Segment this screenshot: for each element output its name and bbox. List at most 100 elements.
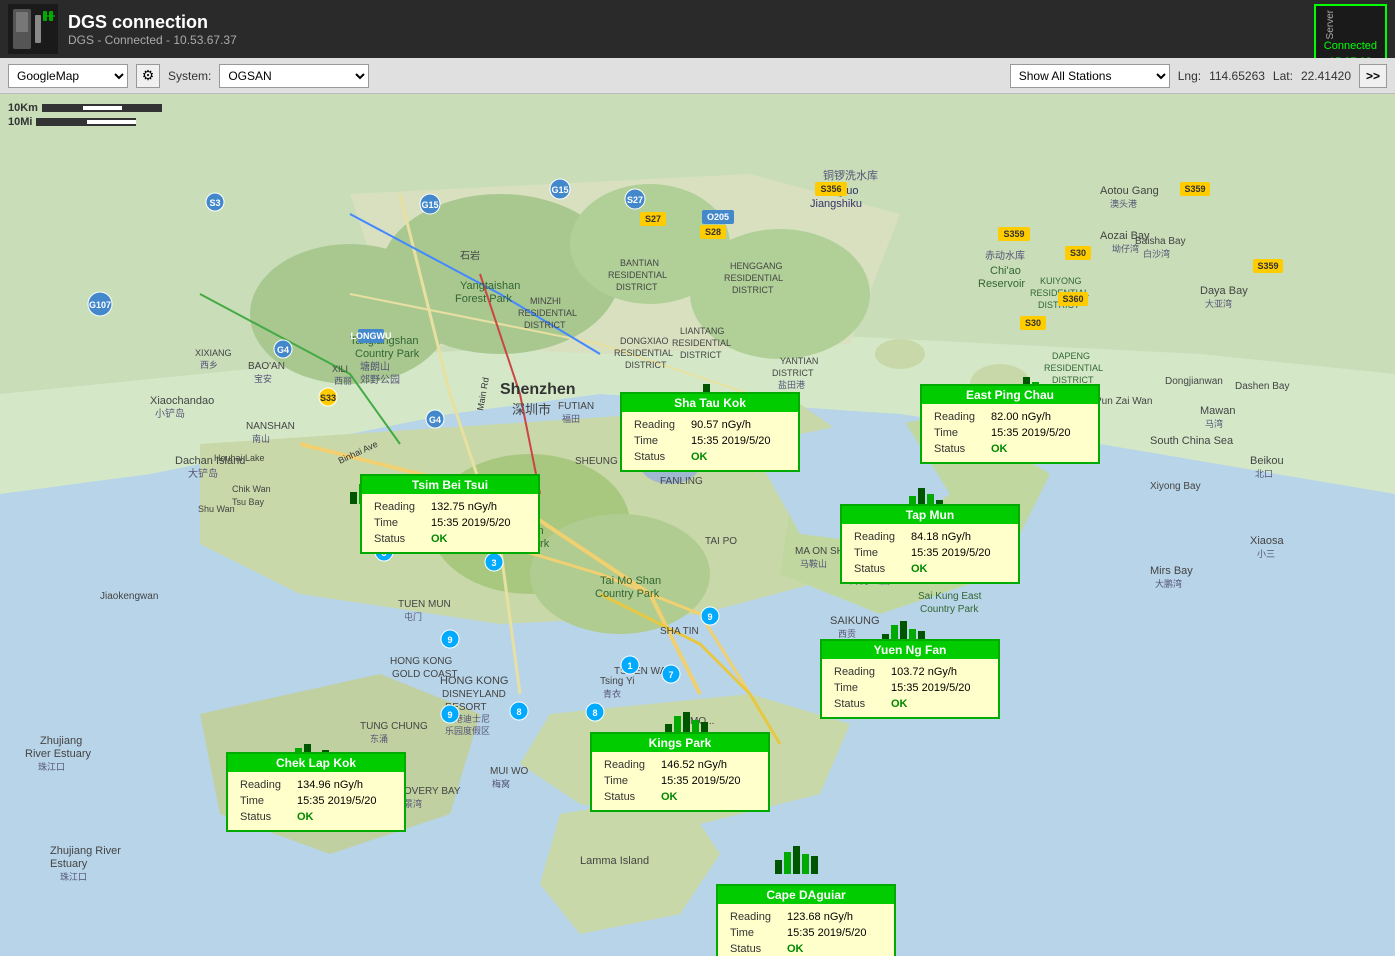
svg-text:小铲岛: 小铲岛 <box>155 407 185 420</box>
svg-text:XIXIANG: XIXIANG <box>195 348 232 358</box>
svg-text:Lamma Island: Lamma Island <box>580 855 649 867</box>
svg-text:S27: S27 <box>645 214 661 224</box>
station-name: Yuen Ng Fan <box>822 641 998 659</box>
svg-text:西丽: 西丽 <box>334 376 352 386</box>
svg-text:9: 9 <box>447 710 452 720</box>
svg-text:Zhujiang River: Zhujiang River <box>50 845 121 857</box>
svg-text:Mirs Bay: Mirs Bay <box>1150 565 1193 577</box>
svg-text:Tai Mo Shan: Tai Mo Shan <box>600 575 661 587</box>
svg-text:Baisha Bay: Baisha Bay <box>1135 236 1186 247</box>
svg-text:GOLD COAST: GOLD COAST <box>392 669 458 680</box>
svg-text:FANLING: FANLING <box>660 476 703 487</box>
stations-select[interactable]: Show All Stations Show Active Stations H… <box>1010 64 1170 88</box>
svg-text:梅窝: 梅窝 <box>492 778 510 789</box>
svg-text:塘朗山: 塘朗山 <box>360 360 390 373</box>
station-popup-tap-mun[interactable]: Tap MunReading84.18 nGy/hTime15:35 2019/… <box>840 504 1020 584</box>
svg-text:G107: G107 <box>89 300 111 310</box>
station-name: Tsim Bei Tsui <box>362 476 538 494</box>
svg-text:DISTRICT: DISTRICT <box>772 368 814 378</box>
svg-text:Yangtaishan: Yangtaishan <box>460 280 520 292</box>
svg-text:S359: S359 <box>1003 229 1024 239</box>
navigate-button[interactable]: >> <box>1359 64 1387 88</box>
header: DGS connection DGS - Connected - 10.53.6… <box>0 0 1395 58</box>
svg-text:Forest Park: Forest Park <box>455 293 512 305</box>
svg-text:DISTRICT: DISTRICT <box>625 360 667 370</box>
svg-text:S360: S360 <box>1062 294 1083 304</box>
svg-text:Xiaosa: Xiaosa <box>1250 535 1285 547</box>
svg-text:RESIDENTIAL: RESIDENTIAL <box>724 273 783 283</box>
lat-value: 22.41420 <box>1301 69 1351 83</box>
app-logo <box>8 4 58 54</box>
svg-text:9: 9 <box>707 612 712 622</box>
map-type-select[interactable]: GoogleMap OpenStreetMap BingMap <box>8 64 128 88</box>
svg-text:马鞍山: 马鞍山 <box>800 558 827 569</box>
svg-text:DISNEYLAND: DISNEYLAND <box>442 689 506 700</box>
station-marker-cape-daguiar[interactable] <box>775 844 818 874</box>
svg-text:铜锣洗水库: 铜锣洗水库 <box>823 168 878 182</box>
station-popup-chek-lap-kok[interactable]: Chek Lap KokReading134.96 nGy/hTime15:35… <box>226 752 406 832</box>
svg-text:青衣: 青衣 <box>603 688 621 699</box>
svg-text:大铲岛: 大铲岛 <box>188 467 218 480</box>
svg-text:郊野公园: 郊野公园 <box>360 373 400 386</box>
station-name: Kings Park <box>592 734 768 752</box>
svg-text:DISTRICT: DISTRICT <box>732 285 774 295</box>
station-name: Tap Mun <box>842 506 1018 524</box>
scale-bar: 10Km 10Mi <box>8 102 162 130</box>
svg-text:Shu Wan: Shu Wan <box>198 504 235 514</box>
station-name: Cape DAguiar <box>718 886 894 904</box>
station-popup-tsim-bei-tsui[interactable]: Tsim Bei TsuiReading132.75 nGy/hTime15:3… <box>360 474 540 554</box>
station-popup-cape-daguiar[interactable]: Cape DAguiarReading123.68 nGy/hTime15:35… <box>716 884 896 956</box>
station-name: Sha Tau Kok <box>622 394 798 412</box>
header-text: DGS connection DGS - Connected - 10.53.6… <box>68 12 237 47</box>
toolbar: GoogleMap OpenStreetMap BingMap ⚙ System… <box>0 58 1395 94</box>
svg-text:8: 8 <box>516 707 521 717</box>
svg-text:Aotou Gang: Aotou Gang <box>1100 185 1159 197</box>
svg-text:南山: 南山 <box>252 433 270 444</box>
svg-text:Tsing Yi: Tsing Yi <box>600 676 634 687</box>
svg-text:NANSHAN: NANSHAN <box>246 421 295 432</box>
svg-text:S33: S33 <box>320 393 336 403</box>
station-popup-sha-tau-kok[interactable]: Sha Tau KokReading90.57 nGy/hTime15:35 2… <box>620 392 800 472</box>
station-popup-yuen-ng-fan[interactable]: Yuen Ng FanReading103.72 nGy/hTime15:35 … <box>820 639 1000 719</box>
svg-text:DISTRICT: DISTRICT <box>680 350 722 360</box>
svg-text:8: 8 <box>592 708 597 718</box>
svg-text:Shenzhen: Shenzhen <box>500 381 576 398</box>
svg-text:TAI PO: TAI PO <box>705 536 737 547</box>
svg-text:MUI WO: MUI WO <box>490 766 529 777</box>
svg-text:Jiangshiku: Jiangshiku <box>810 198 862 210</box>
settings-icon-btn[interactable]: ⚙ <box>136 64 160 88</box>
svg-text:S30: S30 <box>1025 318 1041 328</box>
svg-text:RESIDENTIAL: RESIDENTIAL <box>672 338 731 348</box>
svg-text:Beikou: Beikou <box>1250 455 1284 467</box>
system-select[interactable]: OGSAN <box>219 64 369 88</box>
svg-text:RESIDENTIAL: RESIDENTIAL <box>1044 363 1103 373</box>
map-container[interactable]: Yangtaishan Forest Park 石岩 Shenzhen 深圳市 … <box>0 94 1395 956</box>
svg-text:宝安: 宝安 <box>254 373 272 384</box>
svg-text:MINZHI: MINZHI <box>530 296 561 306</box>
svg-text:Jiaokengwan: Jiaokengwan <box>100 591 158 602</box>
toolbar-right: Show All Stations Show Active Stations H… <box>1010 64 1387 88</box>
system-label: System: <box>168 69 211 83</box>
svg-text:西乡: 西乡 <box>200 360 218 370</box>
svg-text:S356: S356 <box>820 184 841 194</box>
svg-text:River Estuary: River Estuary <box>25 748 92 760</box>
svg-text:屯门: 屯门 <box>404 611 422 622</box>
svg-text:RESIDENTIAL: RESIDENTIAL <box>608 270 667 280</box>
svg-text:HONG KONG: HONG KONG <box>390 656 452 667</box>
station-popup-kings-park[interactable]: Kings ParkReading146.52 nGy/hTime15:35 2… <box>590 732 770 812</box>
svg-text:西贡: 西贡 <box>838 629 856 639</box>
svg-text:HENGGANG: HENGGANG <box>730 261 783 271</box>
svg-text:SAIKUNG: SAIKUNG <box>830 615 880 627</box>
svg-text:赤动水库: 赤动水库 <box>985 249 1025 262</box>
svg-text:DISTRICT: DISTRICT <box>524 320 566 330</box>
svg-text:7: 7 <box>668 670 673 680</box>
svg-text:S3: S3 <box>209 198 220 208</box>
svg-text:Houhai Lake: Houhai Lake <box>214 453 265 463</box>
svg-text:Tsu Bay: Tsu Bay <box>232 497 265 507</box>
svg-text:石岩: 石岩 <box>460 249 480 262</box>
svg-text:TUEN MUN: TUEN MUN <box>398 599 451 610</box>
station-popup-east-ping-chau[interactable]: East Ping ChauReading82.00 nGy/hTime15:3… <box>920 384 1100 464</box>
svg-text:珠江口: 珠江口 <box>38 761 65 772</box>
svg-text:Zhujiang: Zhujiang <box>40 735 82 747</box>
svg-text:深圳市: 深圳市 <box>512 402 551 417</box>
